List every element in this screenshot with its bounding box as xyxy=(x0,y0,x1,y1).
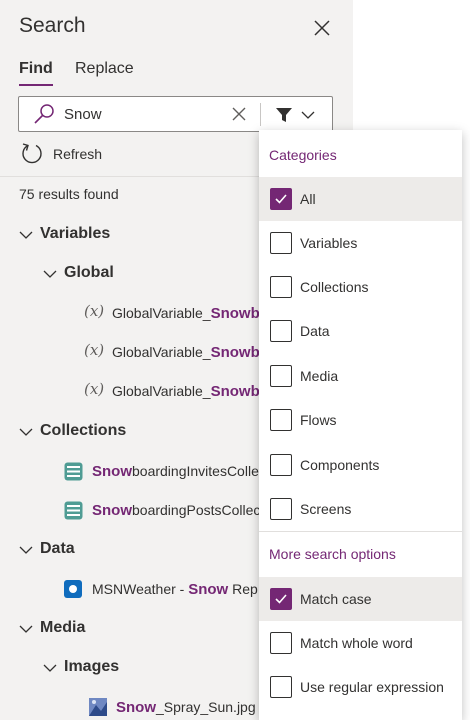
close-icon[interactable] xyxy=(310,16,334,40)
option-label: Screens xyxy=(300,501,352,517)
match-highlight: Snow xyxy=(92,502,132,519)
item-label: GlobalVariable_Snowb xyxy=(112,383,260,400)
subsection-label: Images xyxy=(64,658,120,675)
checkmark-icon xyxy=(275,194,287,204)
checkbox[interactable] xyxy=(270,676,292,698)
option-match-whole-word[interactable]: Match whole word xyxy=(259,621,462,665)
checkbox[interactable] xyxy=(270,188,292,210)
clear-icon[interactable] xyxy=(230,105,248,123)
item-rest: boardingInvitesColle xyxy=(132,463,259,479)
search-query[interactable]: Snow xyxy=(64,106,102,123)
checkbox[interactable] xyxy=(270,365,292,387)
category-option-components[interactable]: Components xyxy=(259,443,462,487)
option-label: Data xyxy=(300,323,330,339)
match-highlight: Snow xyxy=(188,581,229,598)
checkmark-icon xyxy=(275,594,287,604)
search-divider xyxy=(260,103,261,126)
category-option-collections[interactable]: Collections xyxy=(259,265,462,309)
weather-data-icon xyxy=(64,580,82,598)
checkbox[interactable] xyxy=(270,632,292,654)
pane-title: Search xyxy=(19,14,86,37)
category-option-variables[interactable]: Variables xyxy=(259,221,462,265)
checkbox[interactable] xyxy=(270,320,292,342)
search-input[interactable]: Snow xyxy=(18,96,333,132)
item-prefix: GlobalVariable_ xyxy=(112,383,211,399)
item-label: GlobalVariable_Snowb xyxy=(112,305,260,322)
section-label: Media xyxy=(40,619,86,636)
variable-icon: (x) xyxy=(84,341,105,359)
category-option-data[interactable]: Data xyxy=(259,309,462,353)
checkbox[interactable] xyxy=(270,454,292,476)
filter-icon[interactable] xyxy=(275,106,293,124)
chevron-down-icon xyxy=(43,661,57,675)
item-rest: Rep xyxy=(228,581,258,597)
option-label: Match case xyxy=(300,591,372,607)
collection-icon xyxy=(64,501,83,520)
checkbox[interactable] xyxy=(270,232,292,254)
checkbox[interactable] xyxy=(270,498,292,520)
variable-icon: (x) xyxy=(84,302,105,320)
variable-icon: (x) xyxy=(84,380,105,398)
item-label: MSNWeather - Snow Rep xyxy=(92,581,258,598)
item-label: Snow_Spray_Sun.jpg xyxy=(116,699,256,716)
option-label: Components xyxy=(300,457,380,473)
chevron-down-icon xyxy=(19,622,33,636)
options-heading: More search options xyxy=(269,546,396,562)
category-option-screens[interactable]: Screens xyxy=(259,487,462,531)
option-label: Media xyxy=(300,368,339,384)
tab-find[interactable]: Find xyxy=(19,60,53,78)
item-label: SnowboardingInvitesColle xyxy=(92,463,259,480)
section-label: Data xyxy=(40,540,75,557)
option-label: Match whole word xyxy=(300,635,413,651)
chevron-down-icon xyxy=(43,267,57,281)
results-count: 75 results found xyxy=(19,186,119,202)
match-highlight: Snowb xyxy=(210,344,260,361)
match-highlight: Snow xyxy=(116,699,156,716)
refresh-icon xyxy=(20,141,44,165)
checkbox[interactable] xyxy=(270,276,292,298)
subsection-label: Global xyxy=(64,264,114,281)
chevron-down-icon xyxy=(19,425,33,439)
active-tab-indicator xyxy=(19,84,53,86)
chevron-down-icon xyxy=(19,228,33,242)
category-option-media[interactable]: Media xyxy=(259,354,462,398)
option-label: All xyxy=(300,191,316,207)
image-file-icon xyxy=(88,697,108,717)
item-label: GlobalVariable_Snowb xyxy=(112,344,260,361)
option-label: Use regular expression xyxy=(300,679,444,695)
item-prefix: MSNWeather - xyxy=(92,581,189,597)
divider xyxy=(259,531,462,532)
item-rest: _Spray_Sun.jpg xyxy=(156,699,256,715)
category-option-flows[interactable]: Flows xyxy=(259,398,462,442)
item-rest: boardingPostsCollec xyxy=(132,502,261,518)
option-use-regex[interactable]: Use regular expression xyxy=(259,665,462,709)
search-icon xyxy=(33,103,55,125)
section-label: Variables xyxy=(40,225,111,242)
chevron-down-icon[interactable] xyxy=(300,107,316,123)
item-prefix: GlobalVariable_ xyxy=(112,344,211,360)
checkbox[interactable] xyxy=(270,588,292,610)
option-match-case[interactable]: Match case xyxy=(259,577,462,621)
categories-heading: Categories xyxy=(269,147,337,163)
section-label: Collections xyxy=(40,422,127,439)
match-highlight: Snow xyxy=(92,463,132,480)
tab-replace[interactable]: Replace xyxy=(75,60,134,78)
refresh-label: Refresh xyxy=(53,146,103,162)
item-prefix: GlobalVariable_ xyxy=(112,305,211,321)
option-label: Flows xyxy=(300,412,337,428)
filter-dropdown: Categories All Variables Collections Dat… xyxy=(259,130,462,720)
option-label: Collections xyxy=(300,279,369,295)
match-highlight: Snowb xyxy=(210,305,260,322)
collection-icon xyxy=(64,462,83,481)
option-label: Variables xyxy=(300,235,358,251)
category-option-all[interactable]: All xyxy=(259,177,462,221)
chevron-down-icon xyxy=(19,543,33,557)
item-label: SnowboardingPostsCollec xyxy=(92,502,260,519)
checkbox[interactable] xyxy=(270,409,292,431)
match-highlight: Snowb xyxy=(210,383,260,400)
